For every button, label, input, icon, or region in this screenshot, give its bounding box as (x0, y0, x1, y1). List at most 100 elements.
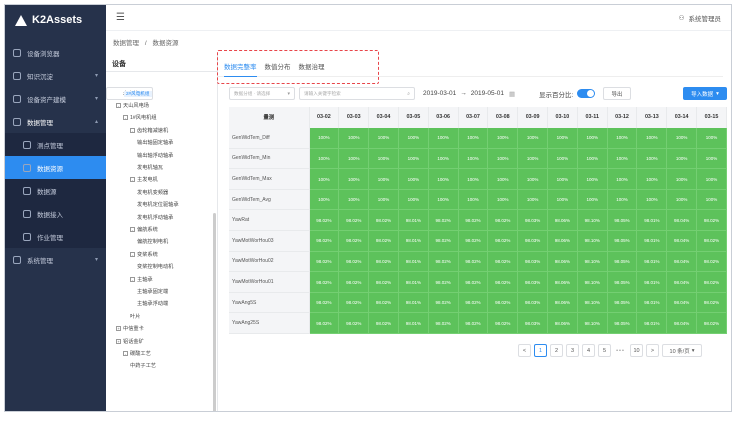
sidebar-item-knowledge[interactable]: 知识沉淀 ▾ (5, 64, 106, 87)
completeness-cell[interactable]: 100% (487, 168, 519, 190)
tree-node[interactable]: -1#风电机组 (106, 112, 211, 124)
completeness-cell[interactable]: 100% (577, 148, 608, 170)
completeness-cell[interactable]: 100% (428, 148, 459, 170)
completeness-cell[interactable]: 100% (577, 168, 608, 190)
completeness-cell[interactable]: 98.02% (487, 251, 519, 273)
completeness-cell[interactable]: 98.04% (666, 230, 698, 252)
export-button[interactable]: 导出 (603, 87, 631, 100)
completeness-cell[interactable]: 98.02% (428, 251, 459, 273)
completeness-cell[interactable]: 100% (666, 148, 698, 170)
completeness-cell[interactable]: 98.02% (487, 292, 519, 314)
completeness-cell[interactable]: 98.06% (547, 271, 578, 293)
completeness-cell[interactable]: 98.05% (607, 251, 638, 273)
completeness-cell[interactable]: 98.04% (666, 292, 698, 314)
completeness-cell[interactable]: 100% (398, 148, 429, 170)
sidebar-item-data-resources[interactable]: 数据资源 (5, 156, 106, 179)
search-input[interactable]: 请输入关键字检索 ⌕ (299, 87, 415, 100)
completeness-cell[interactable]: 100% (368, 127, 399, 149)
completeness-cell[interactable]: 98.01% (398, 292, 429, 314)
completeness-cell[interactable]: 98.02% (338, 230, 370, 252)
tree-node[interactable]: - 主轴承 (106, 273, 211, 285)
completeness-cell[interactable]: 100% (666, 168, 698, 190)
completeness-cell[interactable]: 100% (666, 189, 698, 211)
tree-node[interactable]: 中药子工艺 (106, 360, 211, 372)
completeness-cell[interactable]: 98.04% (666, 312, 698, 335)
tree-node[interactable]: 输出轴浮动轴承 (106, 149, 211, 161)
tree-node[interactable]: - 变桨系统 (106, 248, 211, 260)
completeness-cell[interactable]: 98.04% (666, 271, 698, 293)
next-page-button[interactable]: > (646, 344, 659, 357)
page-button[interactable]: 5 (598, 344, 611, 357)
sidebar-item-jobs[interactable]: 作业管理 (5, 225, 106, 248)
completeness-cell[interactable]: 100% (547, 189, 578, 211)
completeness-cell[interactable]: 98.03% (517, 312, 548, 335)
completeness-cell[interactable]: 100% (487, 189, 519, 211)
tree-node[interactable]: + 中信重卡 (106, 322, 211, 334)
completeness-cell[interactable]: 98.02% (368, 230, 399, 252)
tree-node[interactable]: 主轴承浮动端 (106, 298, 211, 310)
tree-node[interactable]: 发电机浮动轴承 (106, 211, 211, 223)
completeness-cell[interactable]: 98.02% (458, 209, 489, 232)
tree-node[interactable]: 偏航控制电机 (106, 236, 211, 248)
tree-node[interactable]: - 碳酸工艺 (106, 347, 211, 359)
completeness-cell[interactable]: 100% (458, 127, 489, 149)
completeness-cell[interactable]: 100% (428, 127, 459, 149)
completeness-cell[interactable]: 100% (696, 168, 727, 190)
completeness-cell[interactable]: 100% (666, 127, 698, 149)
completeness-cell[interactable]: 98.02% (309, 271, 340, 293)
completeness-cell[interactable]: 98.04% (666, 209, 698, 232)
page-size-select[interactable]: 10 条/页 ▾ (662, 344, 702, 357)
completeness-cell[interactable]: 98.05% (607, 292, 638, 314)
completeness-cell[interactable]: 100% (338, 127, 370, 149)
completeness-cell[interactable]: 98.10% (577, 312, 608, 335)
tree-node[interactable]: - 主发电机 (106, 174, 211, 186)
completeness-cell[interactable]: 100% (338, 168, 370, 190)
completeness-cell[interactable]: 100% (309, 127, 340, 149)
completeness-cell[interactable]: 98.01% (398, 271, 429, 293)
completeness-cell[interactable]: 98.10% (577, 292, 608, 314)
tree-node[interactable]: + 铝话金矿 (106, 335, 211, 347)
completeness-cell[interactable]: 98.02% (696, 292, 727, 314)
completeness-cell[interactable]: 98.02% (368, 271, 399, 293)
completeness-cell[interactable]: 100% (577, 189, 608, 211)
tree-node[interactable]: 发电机变频器 (106, 186, 211, 198)
completeness-cell[interactable]: 98.02% (458, 251, 489, 273)
completeness-cell[interactable]: 100% (517, 168, 548, 190)
tree-node[interactable]: 2#风电机组 (106, 87, 153, 100)
completeness-cell[interactable]: 100% (607, 189, 638, 211)
completeness-cell[interactable]: 100% (458, 189, 489, 211)
collapse-icon[interactable]: - (130, 251, 135, 257)
prev-page-button[interactable]: < (518, 344, 531, 357)
completeness-cell[interactable]: 98.02% (696, 251, 727, 273)
completeness-cell[interactable]: 100% (547, 148, 578, 170)
search-icon[interactable]: ⌕ (407, 91, 410, 97)
collapse-icon[interactable]: - (116, 103, 121, 109)
completeness-cell[interactable]: 100% (428, 189, 459, 211)
sidebar-item-data-source[interactable]: 数据源 (5, 179, 106, 202)
completeness-cell[interactable]: 98.02% (309, 230, 340, 252)
expand-icon[interactable]: + (116, 338, 121, 344)
completeness-cell[interactable]: 98.02% (696, 209, 727, 232)
sidebar-item-data-management[interactable]: 数据管理 ▴ (5, 110, 106, 133)
completeness-cell[interactable]: 98.01% (398, 230, 429, 252)
completeness-cell[interactable]: 98.03% (517, 230, 548, 252)
completeness-cell[interactable]: 98.06% (547, 230, 578, 252)
page-button[interactable]: 1 (534, 344, 547, 357)
completeness-cell[interactable]: 100% (398, 189, 429, 211)
collapse-icon[interactable]: - (123, 115, 128, 121)
completeness-cell[interactable]: 100% (368, 168, 399, 190)
completeness-cell[interactable]: 98.02% (428, 271, 459, 293)
completeness-cell[interactable]: 100% (607, 127, 638, 149)
tree-node[interactable]: - 齿轮箱减速机 (106, 124, 211, 136)
completeness-cell[interactable]: 100% (636, 168, 668, 190)
percent-toggle[interactable] (577, 89, 595, 98)
tree-node[interactable]: 发电机定位驱轴承 (106, 199, 211, 211)
tree-node[interactable]: 叶片 (106, 310, 211, 322)
completeness-cell[interactable]: 100% (398, 168, 429, 190)
collapse-icon[interactable]: - (130, 276, 135, 282)
completeness-cell[interactable]: 98.01% (636, 271, 668, 293)
completeness-cell[interactable]: 100% (338, 148, 370, 170)
completeness-cell[interactable]: 98.02% (696, 271, 727, 293)
completeness-cell[interactable]: 98.02% (487, 271, 519, 293)
completeness-cell[interactable]: 98.02% (309, 209, 340, 232)
